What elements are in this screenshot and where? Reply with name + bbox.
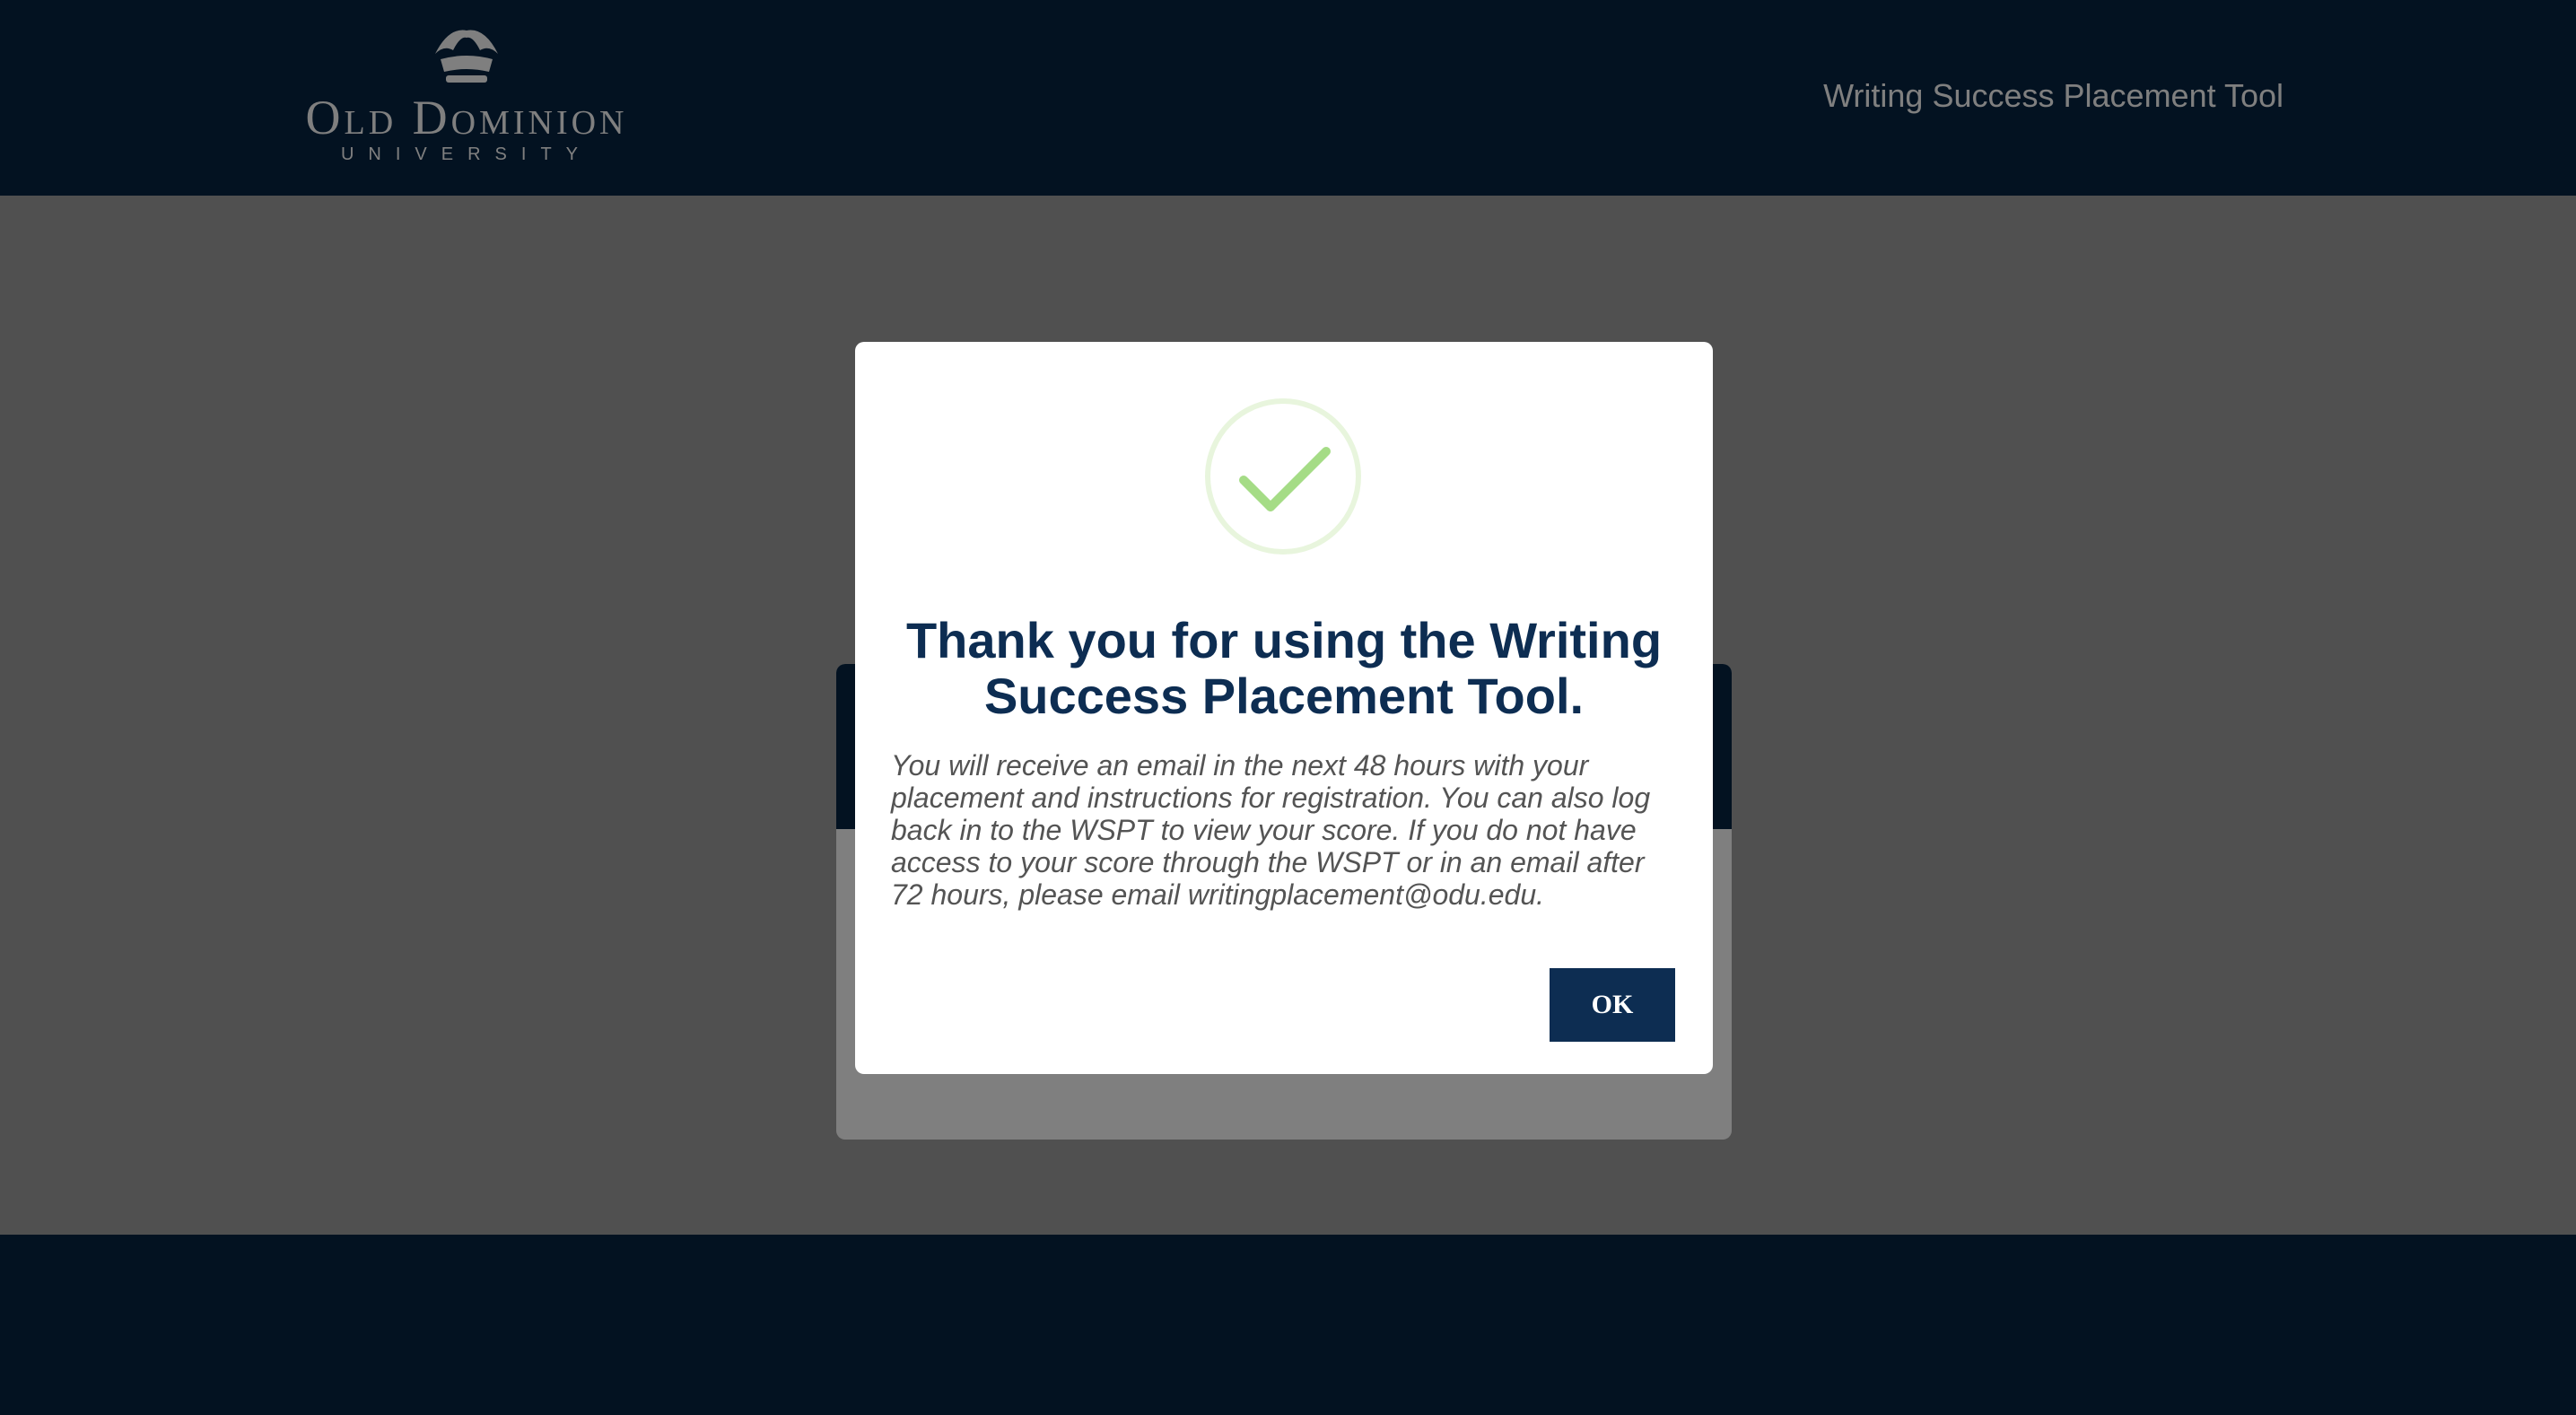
dialog-message: You will receive an email in the next 48… [891, 749, 1651, 911]
dialog-title: Thank you for using the Writing Success … [905, 612, 1663, 724]
page: Old Dominion UNIVERSITY Writing Success … [0, 0, 2576, 1415]
ok-button[interactable]: OK [1550, 968, 1675, 1042]
success-dialog: Thank you for using the Writing Success … [855, 342, 1713, 1074]
checkmark-circle-icon [1205, 398, 1361, 555]
